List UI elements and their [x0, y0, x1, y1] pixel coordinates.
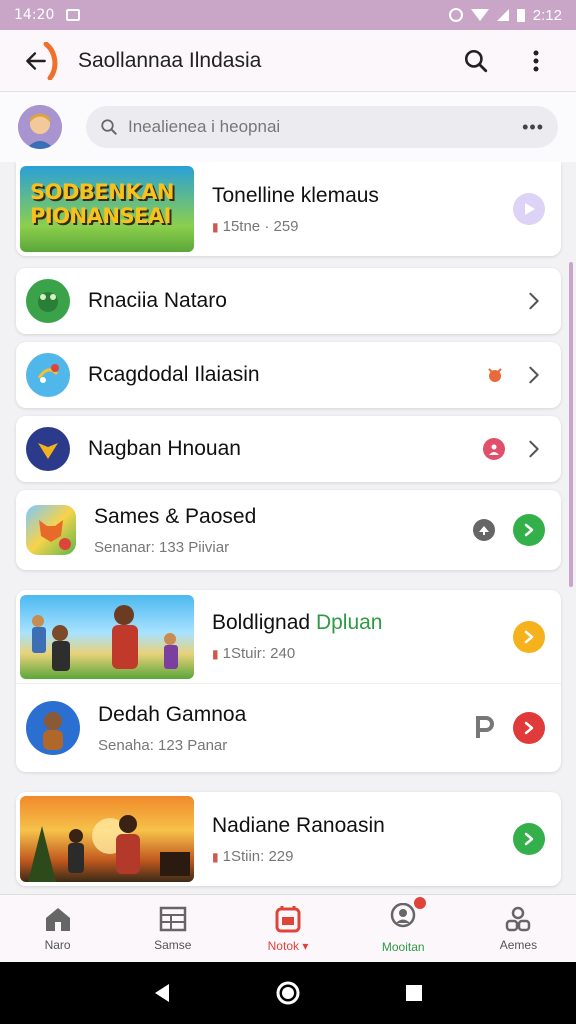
game-thumbnail — [20, 594, 194, 679]
game-app-icon — [26, 505, 76, 555]
item-title: Tonelline klemaus — [212, 183, 379, 207]
chevron-right-icon[interactable] — [523, 290, 545, 312]
status-time: 14:20 — [14, 7, 55, 23]
arrow-right-icon — [524, 832, 534, 846]
system-nav-bar — [0, 962, 576, 1024]
notification-badge — [414, 897, 427, 909]
brand-swoosh-icon — [43, 42, 58, 80]
arrow-right-icon — [524, 523, 534, 537]
overflow-menu-button[interactable] — [516, 41, 556, 81]
play-button[interactable] — [513, 193, 545, 225]
list-item[interactable]: Rcagdodal Ilaiasin — [16, 342, 561, 408]
list-item[interactable]: Sames & Paosed Senanar: 133 Piiviar — [16, 490, 561, 570]
list-item[interactable]: Rnaciia Nataro — [16, 268, 561, 334]
nav-item-grid[interactable]: Samse — [115, 895, 230, 962]
wifi-icon — [470, 9, 489, 21]
item-title: Rnaciia Nataro — [88, 289, 227, 312]
nav-label: Notok ▾ — [267, 938, 309, 953]
scene-illustration — [28, 815, 190, 882]
signal-icon — [496, 9, 509, 21]
item-title: Rcagdodal Ilaiasin — [88, 363, 260, 386]
home-icon — [45, 907, 70, 931]
play-icon — [525, 203, 535, 215]
grid-icon — [159, 906, 187, 931]
scene-illustration — [32, 604, 178, 671]
item-title: Boldlignad Dpluan — [212, 611, 383, 634]
nav-label: Samse — [154, 937, 192, 952]
search-button[interactable] — [456, 41, 496, 81]
play-button[interactable] — [513, 620, 545, 653]
chat-user-icon-wrap — [388, 897, 427, 934]
search-more-icon[interactable]: ••• — [522, 117, 544, 138]
nav-label: Mooitan — [381, 940, 425, 954]
search-icon — [101, 119, 117, 135]
item-title: Dedah Gamnoa — [98, 702, 247, 726]
arrow-right-icon — [524, 721, 534, 735]
chevron-right-icon[interactable] — [523, 438, 545, 460]
system-recents-icon[interactable] — [404, 983, 424, 1003]
more-vertical-icon — [533, 50, 539, 71]
people-icon — [506, 906, 531, 931]
system-back-icon[interactable] — [152, 982, 172, 1004]
alarm-icon — [448, 8, 463, 22]
search-icon — [464, 49, 488, 72]
upload-icon[interactable] — [473, 519, 495, 541]
game-thumbnail: SODBENKAN PIONANSEAI — [20, 166, 194, 252]
play-button[interactable] — [513, 514, 545, 546]
status-icons: 2:12 — [448, 6, 562, 24]
scrollbar[interactable] — [569, 262, 573, 587]
character-avatar-icon — [26, 701, 80, 755]
notebook-icon — [275, 905, 301, 932]
play-button[interactable] — [513, 712, 545, 744]
search-input[interactable]: Inealienea i heopnai ••• — [86, 106, 558, 148]
list-item[interactable]: Dedah Gamnoa Senaha: 123 Panar — [16, 684, 561, 772]
shield-icon — [26, 427, 70, 471]
page-title: Saollannaa Ilndasia — [78, 48, 262, 72]
nav-label: Aemes — [499, 937, 538, 952]
item-title: Sames & Paosed — [94, 504, 257, 528]
item-title: Nagban Hnouan — [88, 437, 241, 460]
list-item[interactable]: Nadiane Ranoasin ▮ 1Stiin: 229 — [16, 792, 561, 886]
system-home-icon[interactable] — [275, 980, 301, 1006]
search-row: Inealienea i heopnai ••• — [0, 92, 576, 162]
item-subtitle: Senanar: 133 Piiviar — [94, 538, 230, 556]
parking-icon — [476, 716, 494, 738]
list-item[interactable]: Nagban Hnouan — [16, 416, 561, 482]
arrow-right-icon — [524, 630, 534, 643]
nav-label: Naro — [44, 937, 71, 952]
item-title-accent: Dpluan — [315, 611, 383, 634]
item-subtitle: Senaha: 123 Panar — [98, 736, 228, 754]
thumbnail-logo-text: SODBENKAN PIONANSEAI — [30, 180, 174, 228]
battery-icon — [516, 8, 525, 22]
user-badge-icon — [483, 438, 505, 460]
item-subtitle: ▮ 1Stuir: 240 — [212, 645, 296, 662]
status-right-text: 2:12 — [532, 6, 562, 24]
bug-icon — [488, 368, 502, 382]
nav-item-chat[interactable]: Mooitan — [346, 895, 461, 962]
list-item[interactable]: SODBENKAN PIONANSEAI Tonelline klemaus ▮… — [16, 162, 561, 256]
nav-item-notebook[interactable]: Notok ▾ — [230, 895, 345, 962]
play-button[interactable] — [513, 823, 545, 855]
game-thumbnail — [20, 796, 194, 882]
search-placeholder: Inealienea i heopnai — [128, 117, 281, 136]
item-title: Nadiane Ranoasin — [212, 813, 385, 837]
nav-item-people[interactable]: Aemes — [461, 895, 576, 962]
list-item[interactable]: Boldlignad Dpluan ▮ 1Stuir: 240 — [16, 590, 561, 684]
app-bar: Saollannaa Ilndasia — [0, 30, 576, 92]
item-subtitle: ▮ 15tne · 259 — [212, 217, 299, 235]
avatar[interactable] — [18, 105, 62, 149]
item-subtitle: ▮ 1Stiin: 229 — [212, 847, 294, 865]
frog-icon — [26, 279, 70, 323]
chat-user-icon — [390, 902, 416, 928]
nav-item-home[interactable]: Naro — [0, 895, 115, 962]
paint-icon — [26, 353, 70, 397]
list-group: Boldlignad Dpluan ▮ 1Stuir: 240 Dedah Gam… — [16, 590, 561, 772]
chevron-right-icon[interactable] — [523, 364, 545, 386]
content-list: SODBENKAN PIONANSEAI Tonelline klemaus ▮… — [0, 162, 576, 894]
bottom-nav: Naro Samse Notok ▾ Mooitan Aemes — [0, 894, 576, 962]
image-notification-icon — [66, 9, 81, 21]
status-bar: 14:20 2:12 — [0, 0, 576, 30]
user-avatar-icon — [18, 105, 62, 149]
